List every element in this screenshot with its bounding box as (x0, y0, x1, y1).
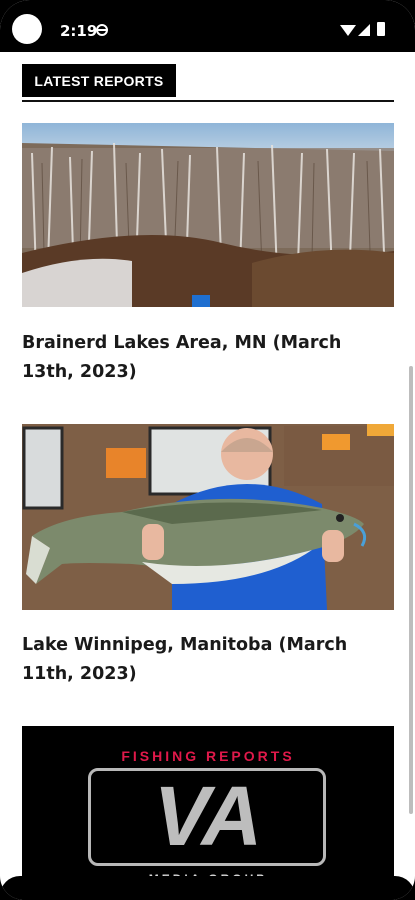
ad-banner[interactable]: FISHING REPORTS VA MEDIA GROUP (22, 726, 394, 900)
wifi-icon (340, 25, 356, 36)
report-title-brainerd[interactable]: Brainerd Lakes Area, MN (March 13th, 202… (22, 329, 394, 387)
status-time: 2:19 (60, 22, 98, 40)
ad-logo: VA (153, 769, 262, 863)
camera-cutout (12, 14, 42, 44)
signal-icon (358, 24, 370, 36)
report-image-brainerd[interactable] (22, 123, 394, 307)
status-bar: 2:19 (0, 0, 415, 52)
ad-label: FISHING REPORTS (121, 748, 295, 764)
battery-icon (377, 22, 385, 36)
app-screen: 2:19 LATEST REPORTS Brainerd Lakes Area,… (0, 0, 415, 900)
report-title-winnipeg[interactable]: Lake Winnipeg, Manitoba (March 11th, 202… (22, 631, 394, 689)
section-header: LATEST REPORTS (22, 64, 394, 102)
report-image-winnipeg[interactable] (22, 424, 394, 610)
bottom-bezel (0, 876, 415, 900)
section-title: LATEST REPORTS (22, 64, 176, 97)
scrollbar[interactable] (409, 366, 413, 814)
globe-icon (96, 24, 108, 36)
